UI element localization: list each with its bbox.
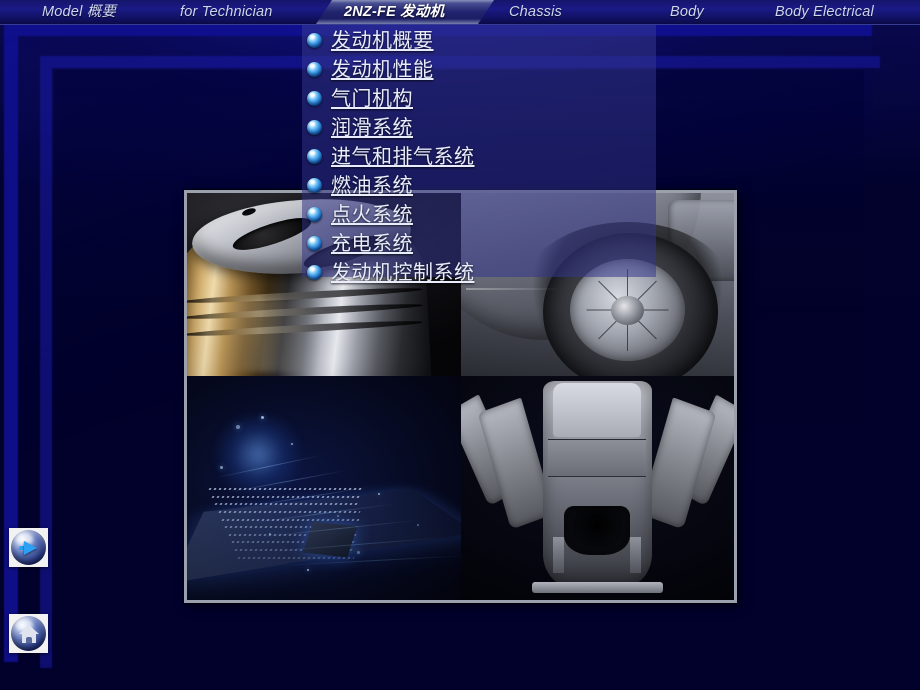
- blue-sphere-bullet-icon: [307, 62, 322, 77]
- blue-sphere-bullet-icon: [307, 91, 322, 106]
- spark: [357, 551, 360, 554]
- pin-row: [212, 496, 362, 498]
- home-icon: [11, 616, 46, 651]
- nav-tab-4[interactable]: Body: [666, 0, 708, 24]
- menu-item-label: 气门机构: [331, 84, 413, 113]
- top-navigation-bar: Model 概要 for Technician 2NZ-FE 发动机 Chassis B…: [0, 0, 920, 25]
- menu-item-4[interactable]: 进气和排气系统: [303, 142, 663, 171]
- menu-item-label: 发动机性能: [331, 55, 434, 84]
- slide-stage: 发动机概要 发动机性能 气门机构 润滑系统 进气和排气系统 燃油系统 点火系统 充电系统 发动机…: [0, 0, 920, 690]
- menu-item-label: 点火系统: [331, 200, 413, 229]
- menu-item-2[interactable]: 气门机构: [303, 84, 663, 113]
- nav-tab-2[interactable]: 2NZ-FE 发动机: [340, 0, 448, 24]
- pin-row: [208, 488, 362, 490]
- menu-item-label: 润滑系统: [331, 113, 413, 142]
- menu-item-6[interactable]: 点火系统: [303, 200, 663, 229]
- menu-item-3[interactable]: 润滑系统: [303, 113, 663, 142]
- menu-item-5[interactable]: 燃油系统: [303, 171, 663, 200]
- blue-sphere-bullet-icon: [307, 207, 322, 222]
- ecu-photo: [187, 376, 461, 600]
- menu-item-label: 发动机控制系统: [331, 258, 475, 287]
- menu-item-label: 燃油系统: [331, 171, 413, 200]
- pin-row: [238, 557, 355, 559]
- menu-item-7[interactable]: 充电系统: [303, 229, 663, 258]
- pin-row: [222, 519, 360, 521]
- menu-item-label: 发动机概要: [331, 26, 434, 55]
- home-button[interactable]: [9, 614, 48, 653]
- body-frame-photo: [461, 376, 735, 600]
- blue-sphere-bullet-icon: [307, 178, 322, 193]
- menu-item-1[interactable]: 发动机性能: [303, 55, 663, 84]
- menu-item-label: 进气和排气系统: [331, 142, 475, 171]
- engine-topic-menu: 发动机概要 发动机性能 气门机构 润滑系统 进气和排气系统 燃油系统 点火系统 充电系统 发动机…: [303, 26, 663, 287]
- nav-tab-0[interactable]: Model 概要: [38, 0, 120, 24]
- menu-item-label: 充电系统: [331, 229, 413, 258]
- forward-arrow-icon: [11, 530, 46, 565]
- nav-tab-5[interactable]: Body Electrical: [771, 0, 878, 24]
- blue-sphere-bullet-icon: [307, 120, 322, 135]
- nav-tab-1[interactable]: for Technician: [176, 0, 277, 24]
- spark: [220, 466, 223, 469]
- blue-sphere-bullet-icon: [307, 236, 322, 251]
- menu-item-8[interactable]: 发动机控制系统: [303, 258, 663, 287]
- blue-sphere-bullet-icon: [307, 265, 322, 280]
- pin-row: [215, 503, 361, 505]
- nav-tab-3[interactable]: Chassis: [505, 0, 566, 24]
- next-slide-button[interactable]: [9, 528, 48, 567]
- spark: [269, 533, 271, 535]
- blue-sphere-bullet-icon: [307, 33, 322, 48]
- spark: [417, 524, 419, 526]
- blue-sphere-bullet-icon: [307, 149, 322, 164]
- menu-item-0[interactable]: 发动机概要: [303, 26, 663, 55]
